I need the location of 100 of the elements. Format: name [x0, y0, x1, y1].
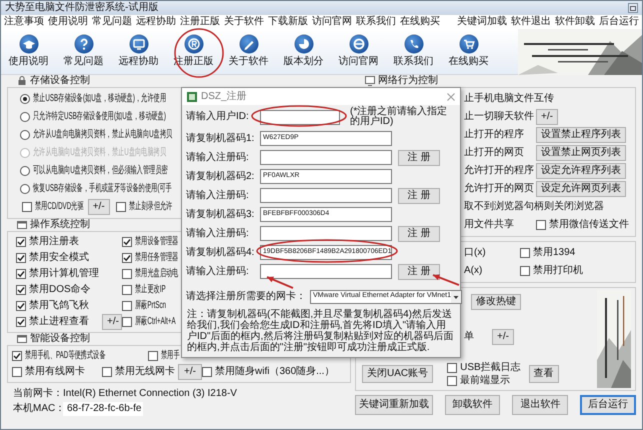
- radio-button[interactable]: [20, 112, 30, 122]
- menu-item[interactable]: 注册正版: [180, 16, 220, 28]
- pie-icon[interactable]: [294, 34, 314, 54]
- toggle-button[interactable]: +/-: [492, 329, 514, 345]
- checkbox[interactable]: [536, 220, 546, 230]
- action-button[interactable]: 卸载软件: [444, 395, 500, 415]
- input-field[interactable]: [260, 150, 392, 165]
- menu-item[interactable]: 软件卸载: [555, 16, 595, 28]
- toggle-button[interactable]: 设置禁止网页列表: [536, 145, 626, 161]
- checkbox-label: 禁用有线网卡: [25, 366, 85, 378]
- menu-item[interactable]: 下载新版: [268, 16, 308, 28]
- radio-label[interactable]: 禁止USB存储设备(如U盘，移动硬盘)，允许使用: [33, 93, 166, 105]
- toolbar-label[interactable]: 联系我们: [394, 56, 434, 68]
- phone-icon[interactable]: [404, 34, 424, 54]
- radio-button[interactable]: [20, 130, 30, 140]
- toggle-button[interactable]: 设置禁止程序列表: [536, 127, 626, 143]
- menu-item[interactable]: 关于软件: [224, 16, 264, 28]
- restore-icon[interactable]: [628, 3, 638, 13]
- radio-button[interactable]: [20, 166, 30, 176]
- checkbox[interactable]: [148, 351, 158, 361]
- checkbox[interactable]: [22, 202, 32, 212]
- mac-field[interactable]: 68-f7-28-fc-6b-fe: [63, 402, 143, 416]
- toolbar-label[interactable]: 常见问题: [64, 56, 104, 68]
- close-icon[interactable]: [447, 92, 455, 100]
- checkbox[interactable]: [12, 351, 22, 361]
- checkbox[interactable]: [122, 301, 132, 311]
- menu-item[interactable]: 联系我们: [356, 16, 396, 28]
- register-button[interactable]: 注 册: [398, 150, 440, 166]
- uac-button[interactable]: 关闭UAC账号: [362, 365, 434, 383]
- cart-icon[interactable]: [458, 34, 478, 54]
- menu-item[interactable]: 访问官网: [312, 16, 352, 28]
- toolbar-label[interactable]: 远程协助: [118, 56, 158, 68]
- toggle-button[interactable]: +/-: [536, 109, 558, 125]
- toolbar-label[interactable]: 使用说明: [8, 56, 48, 68]
- toggle-button[interactable]: +/-: [102, 314, 122, 330]
- action-button[interactable]: 关键词重新加载: [355, 395, 433, 415]
- checkbox[interactable]: [16, 301, 26, 311]
- checkbox[interactable]: [520, 248, 530, 258]
- menu-item[interactable]: 使用说明: [48, 16, 88, 28]
- input-field[interactable]: [260, 226, 392, 241]
- checkbox[interactable]: [122, 285, 132, 295]
- menu-item[interactable]: 后台运行: [599, 16, 639, 28]
- pen-icon[interactable]: [238, 34, 258, 54]
- input-field[interactable]: [260, 188, 392, 203]
- checkbox[interactable]: [16, 285, 26, 295]
- checkbox[interactable]: [447, 376, 458, 386]
- toggle-button[interactable]: +/-: [88, 199, 110, 215]
- menu-item[interactable]: 关键词加载: [457, 16, 507, 28]
- checkbox[interactable]: [16, 253, 26, 263]
- checkbox[interactable]: [122, 269, 132, 279]
- register-button[interactable]: 注 册: [398, 264, 440, 280]
- checkbox[interactable]: [122, 253, 132, 263]
- toolbar-label[interactable]: 版本划分: [284, 56, 324, 68]
- radio-label[interactable]: 可以从电脑向U盘拷贝资料，但必须输入管理员密: [33, 165, 168, 177]
- option-label: 单: [464, 331, 474, 343]
- cap-icon[interactable]: [18, 34, 38, 54]
- radio-label[interactable]: 恢复USB存储设备，手机或蓝牙等设备的使用(可手: [33, 183, 172, 195]
- window-icon: [17, 334, 27, 344]
- checkbox-label: 禁用打印机: [533, 265, 583, 277]
- menu-item[interactable]: 常见问题: [92, 16, 132, 28]
- radio-label[interactable]: 允许从U盘向电脑拷贝资料，禁止从电脑向U盘拷贝: [33, 129, 172, 141]
- action-button[interactable]: 退出软件: [512, 395, 568, 415]
- checkbox[interactable]: [12, 367, 22, 377]
- toggle-button[interactable]: 设定允许程序列表: [536, 163, 626, 179]
- register-button[interactable]: 注 册: [398, 226, 440, 242]
- registered-icon[interactable]: [184, 34, 204, 54]
- input-field[interactable]: [260, 264, 392, 279]
- checkbox[interactable]: [122, 317, 132, 327]
- question-icon[interactable]: [74, 34, 94, 54]
- menu-item[interactable]: 注意事项: [4, 16, 44, 28]
- toggle-button[interactable]: +/-: [178, 364, 202, 380]
- toggle-button[interactable]: 设定允许网页列表: [536, 181, 626, 197]
- menu-item[interactable]: 在线购买: [400, 16, 440, 28]
- toolbar-label[interactable]: 访问官网: [338, 56, 378, 68]
- menu-item[interactable]: 远程协助: [136, 16, 176, 28]
- checkbox-label: 禁用随身wifi（360随身...）: [215, 366, 334, 378]
- toolbar-label[interactable]: 关于软件: [228, 56, 268, 68]
- register-button[interactable]: 注 册: [398, 188, 440, 204]
- toolbar-label[interactable]: 在线购买: [448, 56, 488, 68]
- checkbox[interactable]: [520, 266, 530, 276]
- browser-icon[interactable]: [348, 34, 368, 54]
- view-button[interactable]: 查看: [528, 365, 559, 383]
- checkbox[interactable]: [122, 237, 132, 247]
- menu-item[interactable]: 软件退出: [511, 16, 551, 28]
- radio-button[interactable]: [20, 94, 30, 104]
- checkbox[interactable]: [16, 237, 26, 247]
- hotkey-button[interactable]: 修改热键: [471, 294, 521, 310]
- input-field[interactable]: [260, 110, 340, 124]
- checkbox[interactable]: [116, 202, 126, 212]
- radio-button[interactable]: [20, 184, 30, 194]
- checkbox[interactable]: [102, 367, 112, 377]
- checkbox[interactable]: [16, 269, 26, 279]
- monitor-icon[interactable]: [128, 34, 148, 54]
- radio-label[interactable]: 只允许特定USB存储设备使用(如U盘，移动硬盘): [33, 111, 166, 123]
- checkbox[interactable]: [447, 362, 458, 372]
- checkbox[interactable]: [202, 367, 212, 377]
- action-button[interactable]: 后台运行: [580, 395, 636, 415]
- checkbox[interactable]: [16, 317, 26, 327]
- checkbox-label: 禁用微信传送文件: [549, 219, 629, 231]
- checkbox-label: 禁用无线网卡: [115, 366, 175, 378]
